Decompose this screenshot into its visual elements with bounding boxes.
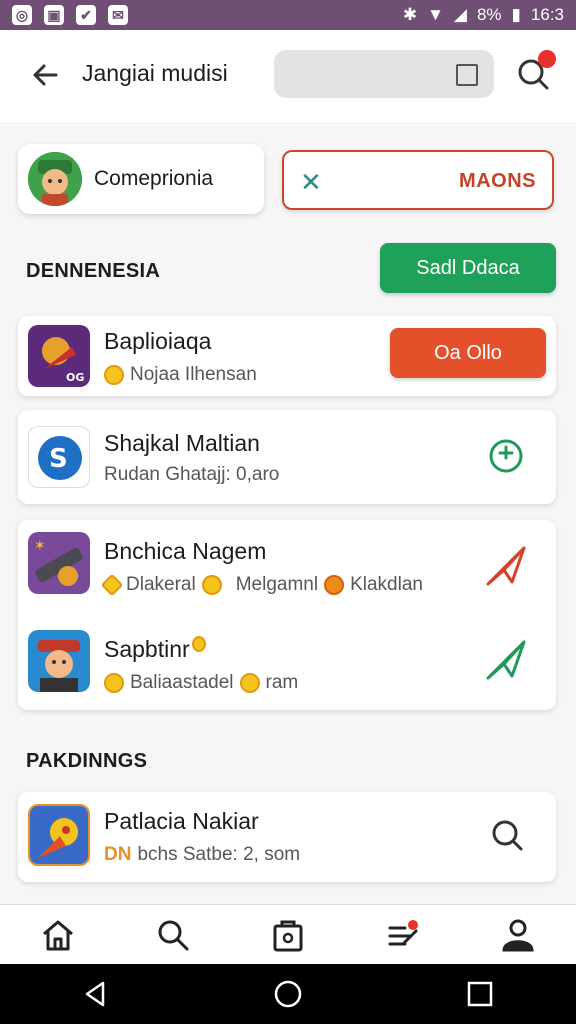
- bulb-icon: [239, 673, 260, 693]
- coin-icon: [104, 365, 124, 385]
- battery-text: 8%: [476, 5, 502, 24]
- app-icon: [28, 804, 90, 866]
- list-check-icon: [388, 919, 419, 945]
- search-icon[interactable]: [488, 816, 528, 856]
- nav-search[interactable]: [151, 913, 195, 957]
- category-chip[interactable]: Comeprionia: [18, 144, 264, 214]
- image-icon: ▣: [44, 5, 64, 25]
- mail-icon: ✉: [108, 5, 128, 25]
- app-icon: ✶: [28, 532, 90, 594]
- app-name: Sapbtinr: [104, 636, 206, 663]
- app-subtitle-c: Klakdlan: [350, 574, 423, 595]
- nav-updates[interactable]: [381, 913, 425, 957]
- app-card[interactable]: Patlacia Nakiar DN bchs Satbe: 2, som: [18, 792, 556, 882]
- app-card-group: ✶ Bnchica Nagem Dlakeral Melgamnl Klakdl…: [18, 520, 556, 710]
- app-card[interactable]: S Shajkal Maltian Rudan Ghatajj: 0,aro: [18, 410, 556, 504]
- coin-icon: [324, 575, 345, 595]
- app-subtitle-text: Baliaastadel: [130, 672, 234, 693]
- status-bar: ◎ ▣ ✔ ✉ ✱ ▼ ◢ 8% ▮ 16:3: [0, 0, 576, 30]
- back-button[interactable]: [28, 58, 62, 92]
- system-back-icon[interactable]: [81, 979, 111, 1009]
- clear-filter-label: MAONS: [459, 170, 536, 192]
- wifi-icon: ▼: [427, 5, 444, 24]
- check-icon: ✔: [76, 5, 96, 25]
- close-icon[interactable]: ✕: [300, 167, 322, 198]
- heart-icon: [100, 573, 124, 597]
- svg-text:S: S: [49, 444, 68, 474]
- send-icon[interactable]: [482, 636, 530, 684]
- bulb-icon: [191, 636, 206, 652]
- notification-dot: [538, 50, 556, 68]
- bag-icon: [273, 920, 303, 951]
- page-title: Jangiai mudisi: [82, 60, 228, 86]
- camera-icon: ◎: [12, 5, 32, 25]
- section-action-button[interactable]: Sadl Ddaca: [380, 243, 556, 293]
- app-subtitle: Baliaastadel ram: [104, 672, 298, 694]
- app-name-text: Sapbtinr: [104, 636, 190, 662]
- app-icon: [28, 630, 90, 692]
- section-title: PAKDINNGS: [26, 750, 148, 772]
- battery-icon: ▮: [511, 5, 521, 24]
- home-icon: [42, 920, 73, 950]
- system-home-icon[interactable]: [273, 979, 303, 1009]
- search-icon: [158, 920, 189, 950]
- clock: 16:3: [530, 5, 564, 24]
- app-name: Shajkal Maltian: [104, 430, 260, 456]
- list-item[interactable]: ✶ Bnchica Nagem Dlakeral Melgamnl Klakdl…: [18, 520, 556, 610]
- bluetooth-icon: ✱: [402, 5, 418, 24]
- app-icon: OG: [28, 325, 90, 387]
- avatar: [28, 152, 82, 206]
- clear-filter-button[interactable]: ✕ MAONS: [282, 150, 554, 210]
- signal-icon: ◢: [453, 5, 467, 24]
- app-card[interactable]: OG Baplioiaqa Nojaa Ilhensan Oa Ollo: [18, 316, 556, 396]
- bottom-navigation: [0, 904, 576, 964]
- app-name: Bnchica Nagem: [104, 538, 267, 564]
- app-subtitle-end: ram: [265, 672, 299, 693]
- search-input[interactable]: [274, 50, 494, 98]
- app-action-button[interactable]: Oa Ollo: [390, 328, 546, 378]
- app-subtitle: Dlakeral Melgamnl Klakdlan: [100, 573, 423, 597]
- app-subtitle: DN bchs Satbe: 2, som: [104, 844, 300, 866]
- back-arrow-icon: [33, 64, 58, 86]
- app-name: Patlacia Nakiar: [104, 808, 259, 834]
- coin-icon: [104, 673, 124, 693]
- system-recents-icon[interactable]: [465, 979, 495, 1009]
- app-name: Baplioiaqa: [104, 328, 212, 354]
- square-icon[interactable]: [456, 64, 478, 86]
- coin-icon: [201, 575, 222, 595]
- app-subtitle-text: bchs Satbe: 2, som: [137, 844, 301, 865]
- person-icon: [502, 919, 534, 951]
- app-subtitle-a: Dlakeral: [126, 574, 196, 595]
- system-navigation: [0, 964, 576, 1024]
- svg-text:OG: OG: [66, 371, 84, 384]
- app-subtitle-b: Melgamnl: [235, 574, 319, 595]
- list-item[interactable]: Sapbtinr Baliaastadel ram: [18, 616, 556, 706]
- svg-text:✶: ✶: [34, 538, 46, 554]
- clock-add-icon[interactable]: [486, 436, 526, 476]
- app-subtitle-text: Nojaa Ilhensan: [130, 364, 257, 385]
- category-label: Comeprionia: [94, 167, 214, 190]
- section-title: DENNENESIA: [26, 260, 161, 282]
- app-header: Jangiai mudisi: [0, 30, 576, 122]
- app-subtitle-prefix: DN: [104, 844, 132, 865]
- send-icon[interactable]: [482, 542, 530, 590]
- app-icon: S: [28, 426, 90, 488]
- nav-profile[interactable]: [496, 913, 540, 957]
- nav-home[interactable]: [36, 913, 80, 957]
- app-subtitle: Rudan Ghatajj: 0,aro: [104, 464, 280, 485]
- nav-store[interactable]: [266, 913, 310, 957]
- app-subtitle: Nojaa Ilhensan: [104, 364, 257, 386]
